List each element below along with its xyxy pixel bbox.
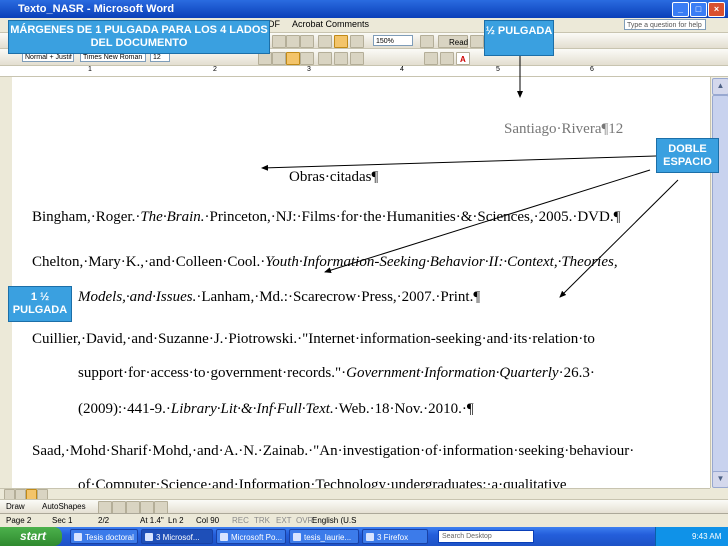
indent-icon[interactable]	[350, 52, 364, 65]
align-center-icon[interactable]	[272, 52, 286, 65]
status-line: Ln 2	[168, 516, 184, 525]
task-button[interactable]: 3 Firefox	[362, 529, 428, 544]
annotation-margins: MÁRGENES DE 1 PULGADA PARA LOS 4 LADOS D…	[8, 20, 270, 54]
window-title: Texto_NASR - Microsoft Word	[18, 3, 175, 15]
numbering-icon[interactable]	[318, 52, 332, 65]
status-rec[interactable]: REC	[232, 516, 249, 525]
bullets-icon[interactable]	[334, 52, 348, 65]
task-button[interactable]: Microsoft Po...	[216, 529, 286, 544]
copy-icon[interactable]	[286, 35, 300, 48]
ruler-number: 3	[307, 66, 311, 73]
horizontal-ruler[interactable]: 1 2 3 4 5 6	[0, 66, 728, 77]
undo-icon[interactable]	[318, 35, 332, 48]
status-language: English (U.S	[312, 516, 357, 525]
system-tray: 9:43 AM	[655, 527, 728, 546]
scroll-down-icon[interactable]: ▼	[712, 471, 728, 488]
read-button[interactable]: Read	[438, 35, 468, 48]
status-page: Page 2	[6, 516, 32, 525]
start-label: start	[20, 529, 47, 543]
ruler-number: 5	[496, 66, 500, 73]
page-header: Santiago·Rivera¶12	[504, 121, 624, 137]
autoshapes-menu[interactable]: AutoShapes	[42, 502, 86, 511]
border-icon[interactable]	[424, 52, 438, 65]
line-spacing-icon[interactable]	[300, 52, 314, 65]
status-section: Sec 1	[52, 516, 73, 525]
search-desktop-input[interactable]: Search Desktop	[438, 530, 534, 543]
ruler-number: 4	[400, 66, 404, 73]
citation-line: Saad,·Mohd·Sharif·Mohd,·and·A.·N.·Zainab…	[32, 443, 635, 459]
citation-line: of·Computer·Science·and·Information·Tech…	[78, 477, 567, 488]
status-trk[interactable]: TRK	[254, 516, 270, 525]
help-search-input[interactable]: Type a question for help	[624, 19, 706, 30]
annotation-half-inch: ½ PULGADA	[484, 20, 554, 56]
ruler-number: 1	[88, 66, 92, 73]
close-button[interactable]: ×	[708, 2, 725, 17]
pilcrow-icon[interactable]	[334, 35, 348, 48]
citation-line: Models,·and·Issues.·Lanham,·Md.:·Scarecr…	[78, 289, 481, 305]
title-bar: Texto_NASR - Microsoft Word _ □ ×	[0, 0, 728, 18]
justify-icon[interactable]	[286, 52, 300, 65]
taskbar: start Tesis doctoral 3 Microsof... Micro…	[0, 527, 728, 546]
document-page[interactable]: Santiago·Rivera¶12 Obras·citadas¶ Bingha…	[12, 77, 710, 488]
citation-line: Cuillier,·David,·and·Suzanne·J.·Piotrows…	[32, 331, 595, 347]
task-button[interactable]: 3 Microsof...	[141, 529, 213, 544]
cut-icon[interactable]	[272, 35, 286, 48]
zoom-select[interactable]: 150%	[373, 35, 413, 46]
ruler-number: 6	[590, 66, 594, 73]
draw-menu[interactable]: Draw	[6, 502, 25, 511]
task-button[interactable]: Tesis doctoral	[70, 529, 138, 544]
clock: 9:43 AM	[692, 532, 722, 541]
paste-icon[interactable]	[300, 35, 314, 48]
status-pages: 2/2	[98, 516, 110, 525]
font-color-a-icon[interactable]: A	[456, 52, 470, 65]
status-column: Col 90	[196, 516, 220, 525]
status-ovr[interactable]: OVR	[296, 516, 313, 525]
status-bar: Page 2 Sec 1 2/2 At 1.4" Ln 2 Col 90 REC…	[0, 513, 728, 528]
drawing-toolbar: Draw AutoShapes	[0, 499, 728, 514]
read-label: Read	[449, 38, 469, 47]
citation-line: Bingham,·Roger.·The·Brain.·Princeton,·NJ…	[32, 209, 621, 225]
task-button[interactable]: tesis_laurie...	[289, 529, 359, 544]
status-ext[interactable]: EXT	[276, 516, 292, 525]
table-icon[interactable]	[350, 35, 364, 48]
citation-line: Chelton,·Mary·K.,·and·Colleen·Cool.·Yout…	[32, 254, 618, 270]
font-color-icon[interactable]	[470, 35, 484, 48]
ruler-number: 2	[213, 66, 217, 73]
status-at: At 1.4"	[140, 516, 164, 525]
highlight-icon[interactable]	[440, 52, 454, 65]
start-button[interactable]: start	[0, 527, 62, 546]
citation-line: (2009):·441-9.·Library·Lit·&·Inf·Full·Te…	[78, 401, 474, 417]
annotation-one-half-inch: 1 ½ PULGADA	[8, 286, 72, 322]
help-icon[interactable]	[420, 35, 434, 48]
annotation-double-space: DOBLE ESPACIO	[656, 138, 719, 173]
maximize-button[interactable]: □	[690, 2, 707, 17]
scroll-up-icon[interactable]: ▲	[712, 78, 728, 95]
menu-acrobat-comments[interactable]: Acrobat Comments	[292, 19, 369, 29]
citation-line: support·for·access·to·government·records…	[78, 365, 595, 381]
works-cited-title: Obras·citadas¶	[289, 169, 379, 185]
minimize-button[interactable]: _	[672, 2, 689, 17]
